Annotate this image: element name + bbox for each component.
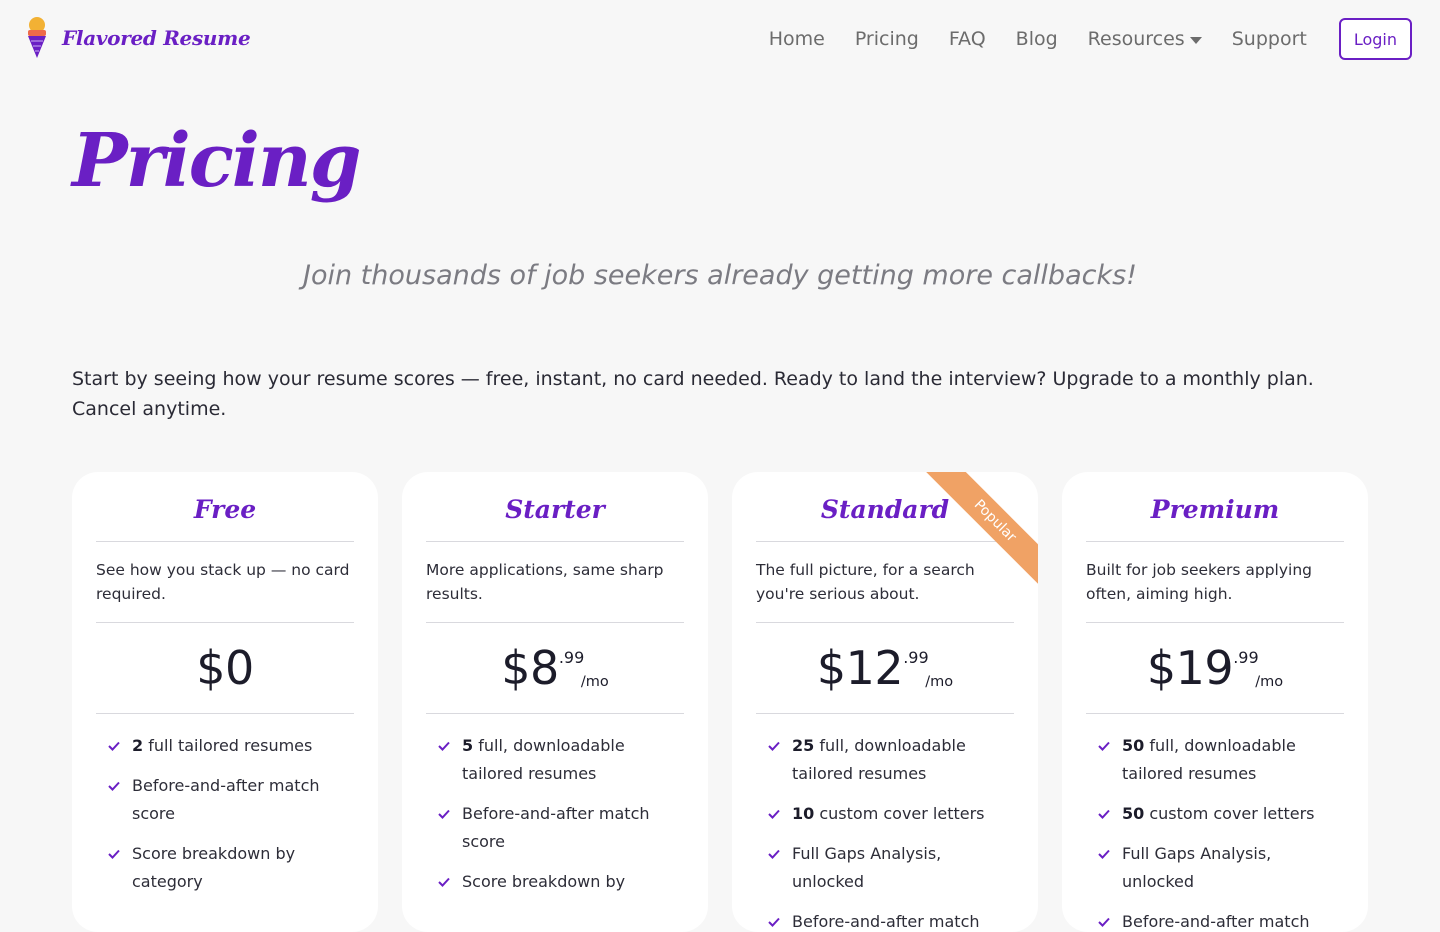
- plan-description: More applications, same sharp results.: [426, 542, 684, 623]
- feature-item: Score breakdown by: [438, 868, 684, 896]
- tagline: Join thousands of job seekers already ge…: [303, 260, 1137, 291]
- feature-list: 25 full, downloadable tailored resumes 1…: [756, 714, 1014, 932]
- check-icon: [768, 849, 780, 859]
- plan-name: Premium: [1086, 472, 1344, 542]
- plan-card-free: Free See how you stack up — no card requ…: [72, 472, 378, 932]
- ice-cream-icon: [28, 17, 46, 58]
- nav-link-support[interactable]: Support: [1232, 25, 1307, 53]
- feature-text: Before-and-after match score: [132, 776, 320, 823]
- feature-list: 2 full tailored resumes Before-and-after…: [96, 714, 354, 896]
- plan-description: Built for job seekers applying often, ai…: [1086, 542, 1344, 623]
- price-cents: .99: [558, 648, 585, 667]
- price-cents: .99: [1233, 648, 1259, 667]
- feature-item: 25 full, downloadable tailored resumes: [768, 732, 1014, 788]
- feature-text: Before-and-after match: [792, 912, 980, 931]
- price-period: /mo: [1255, 674, 1284, 690]
- feature-count: 50: [1122, 736, 1145, 755]
- check-icon: [108, 781, 120, 791]
- feature-text: Full Gaps Analysis, unlocked: [1122, 844, 1272, 891]
- feature-item: Before-and-after match score: [438, 800, 684, 856]
- brand-name: Flavored Resume: [62, 26, 251, 50]
- check-icon: [768, 741, 780, 751]
- nav-links: Home Pricing FAQ Blog Resources Support …: [769, 18, 1412, 60]
- plan-price: $8 .99 /mo: [426, 623, 684, 714]
- feature-item: 50 custom cover letters: [1098, 800, 1344, 828]
- price-amount: $19: [1146, 641, 1234, 695]
- plan-description: The full picture, for a search you're se…: [756, 542, 1014, 623]
- check-icon: [768, 809, 780, 819]
- nav-link-home[interactable]: Home: [769, 25, 825, 53]
- feature-item: 50 full, downloadable tailored resumes: [1098, 732, 1344, 788]
- check-icon: [438, 877, 450, 887]
- feature-text: full, downloadable tailored resumes: [792, 736, 966, 783]
- feature-text: Full Gaps Analysis, unlocked: [792, 844, 942, 891]
- price-amount: $8: [501, 641, 559, 695]
- feature-item: Before-and-after match score: [108, 772, 354, 828]
- check-icon: [1098, 741, 1110, 751]
- login-button[interactable]: Login: [1338, 18, 1412, 60]
- feature-item: Score breakdown by category: [108, 840, 354, 896]
- feature-count: 50: [1122, 804, 1145, 823]
- check-icon: [438, 809, 450, 819]
- plan-card-premium: Premium Built for job seekers applying o…: [1062, 472, 1368, 932]
- feature-text: Score breakdown by: [462, 872, 626, 891]
- intro-paragraph: Start by seeing how your resume scores —…: [72, 368, 1314, 420]
- check-icon: [1098, 809, 1110, 819]
- check-icon: [1098, 849, 1110, 859]
- feature-count: 5: [462, 736, 474, 755]
- feature-count: 25: [792, 736, 815, 755]
- check-icon: [108, 849, 120, 859]
- feature-list: 5 full, downloadable tailored resumes Be…: [426, 714, 684, 896]
- check-icon: [768, 917, 780, 927]
- feature-item: 5 full, downloadable tailored resumes: [438, 732, 684, 788]
- plan-name: Free: [96, 472, 354, 542]
- feature-count: 2: [132, 736, 144, 755]
- nav-link-pricing[interactable]: Pricing: [855, 25, 919, 53]
- feature-item: Full Gaps Analysis, unlocked: [768, 840, 1014, 896]
- price-cents: .99: [903, 648, 929, 667]
- feature-text: Before-and-after match score: [462, 804, 650, 851]
- feature-text: full tailored resumes: [143, 736, 313, 755]
- feature-item: 10 custom cover letters: [768, 800, 1014, 828]
- plan-price: $12 .99 /mo: [756, 623, 1014, 714]
- plan-description: See how you stack up — no card required.: [96, 542, 354, 623]
- price-amount: $0: [196, 641, 254, 695]
- price-period: /mo: [925, 674, 954, 690]
- nav-link-blog[interactable]: Blog: [1016, 25, 1058, 53]
- price-period: /mo: [580, 674, 609, 690]
- plan-name: Starter: [426, 472, 684, 542]
- check-icon: [438, 741, 450, 751]
- check-icon: [108, 741, 120, 751]
- plan-price: $19 .99 /mo: [1086, 623, 1344, 714]
- feature-text: full, downloadable tailored resumes: [1122, 736, 1296, 783]
- feature-item: Before-and-after match: [1098, 908, 1344, 932]
- check-icon: [1098, 917, 1110, 927]
- nav-dropdown-resources[interactable]: Resources: [1088, 25, 1202, 53]
- feature-item: 2 full tailored resumes: [108, 732, 354, 760]
- feature-text: custom cover letters: [814, 804, 985, 823]
- plan-card-starter: Starter More applications, same sharp re…: [402, 472, 708, 932]
- feature-text: Score breakdown by category: [132, 844, 296, 891]
- feature-count: 10: [792, 804, 815, 823]
- navbar: Flavored Resume Home Pricing FAQ Blog Re…: [0, 0, 1440, 76]
- feature-text: custom cover letters: [1144, 804, 1315, 823]
- feature-item: Full Gaps Analysis, unlocked: [1098, 840, 1344, 896]
- brand-logo-link[interactable]: Flavored Resume: [24, 16, 251, 60]
- caret-down-icon: [1189, 36, 1202, 44]
- feature-item: Before-and-after match: [768, 908, 1014, 932]
- pricing-cards: Free See how you stack up — no card requ…: [72, 472, 1368, 932]
- page-title: Pricing: [72, 118, 361, 204]
- plan-price: $0: [96, 623, 354, 714]
- feature-list: 50 full, downloadable tailored resumes 5…: [1086, 714, 1344, 932]
- plan-card-standard: Popular Standard The full picture, for a…: [732, 472, 1038, 932]
- nav-dropdown-resources-label: Resources: [1087, 28, 1185, 50]
- nav-link-faq[interactable]: FAQ: [949, 25, 986, 53]
- feature-text: Before-and-after match: [1122, 912, 1310, 931]
- price-amount: $12: [816, 641, 904, 695]
- feature-text: full, downloadable tailored resumes: [462, 736, 625, 783]
